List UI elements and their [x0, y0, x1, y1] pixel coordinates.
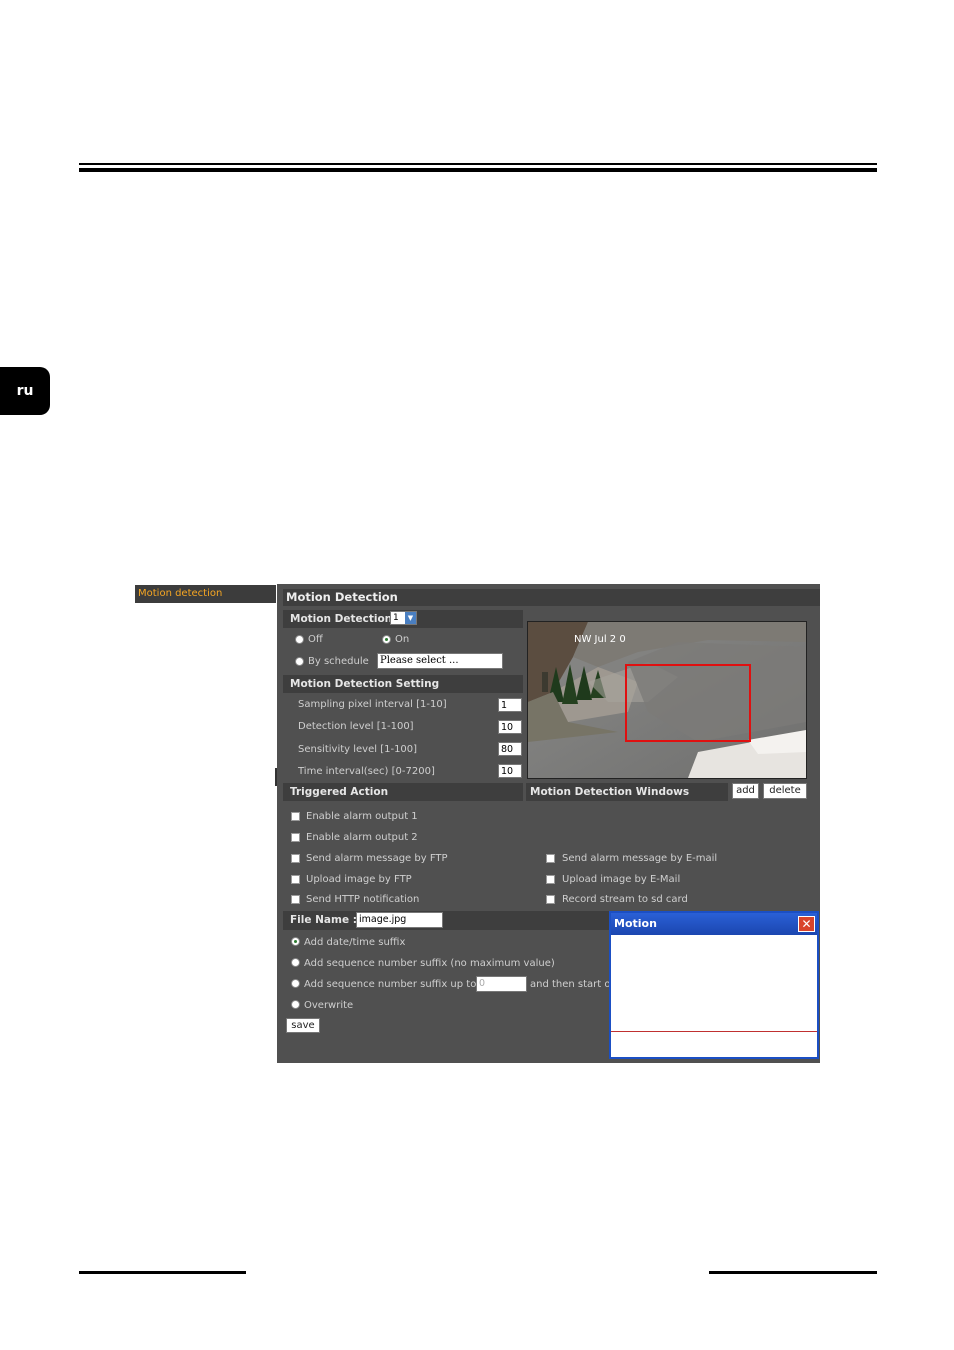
- chevron-down-icon[interactable]: ▼: [405, 612, 416, 624]
- email-upload-checkbox[interactable]: [546, 875, 555, 884]
- radio-seq-upto[interactable]: [291, 979, 300, 988]
- file-name-input[interactable]: image.jpg: [356, 912, 443, 928]
- radio-by-schedule[interactable]: [295, 657, 304, 666]
- alarm-output-2-label: Enable alarm output 2: [306, 832, 418, 843]
- detection-input[interactable]: 10: [498, 720, 522, 734]
- panel-edge-marker: [275, 768, 277, 786]
- radio-by-schedule-label: By schedule: [308, 656, 369, 667]
- seq-upto-input[interactable]: 0: [476, 976, 527, 992]
- motion-popup: Motion ✕: [609, 911, 819, 1059]
- md-label: Motion Detection: [290, 613, 393, 625]
- sd-record-checkbox[interactable]: [546, 895, 555, 904]
- popup-divider: [611, 1031, 817, 1032]
- popup-title: Motion: [614, 917, 657, 930]
- nav-item-motion-detection[interactable]: Motion detection: [135, 585, 276, 603]
- popup-header: Motion ✕: [611, 913, 817, 935]
- email-message-checkbox[interactable]: [546, 854, 555, 863]
- time-interval-label: Time interval(sec) [0-7200]: [298, 766, 435, 777]
- sampling-input[interactable]: 1: [498, 698, 522, 712]
- radio-off-label: Off: [308, 634, 323, 645]
- time-interval-input[interactable]: 10: [498, 764, 522, 778]
- language-tab-label: ru: [16, 383, 34, 399]
- file-name-row: File Name :: [283, 911, 609, 930]
- ftp-upload-checkbox[interactable]: [291, 875, 300, 884]
- sensitivity-input[interactable]: 80: [498, 742, 522, 756]
- add-window-button[interactable]: add: [732, 783, 759, 799]
- http-notify-label: Send HTTP notification: [306, 894, 420, 905]
- nav-item-label: Motion detection: [138, 588, 223, 599]
- email-upload-label: Upload image by E-Mail: [562, 874, 681, 885]
- triggered-section-title: Triggered Action: [283, 783, 523, 801]
- seq-upto-label: Add sequence number suffix up to: [304, 979, 477, 990]
- alarm-output-1-label: Enable alarm output 1: [306, 811, 418, 822]
- alarm-output-2-checkbox[interactable]: [291, 833, 300, 842]
- radio-overwrite[interactable]: [291, 1000, 300, 1009]
- header-rule-thick: [79, 168, 877, 172]
- email-message-label: Send alarm message by E-mail: [562, 853, 718, 864]
- sampling-label: Sampling pixel interval [1-10]: [298, 699, 447, 710]
- md-select-value: 1: [393, 613, 399, 623]
- save-button[interactable]: save: [286, 1018, 320, 1033]
- schedule-select[interactable]: Please select ...: [377, 653, 503, 669]
- header-rule-thin: [79, 163, 877, 165]
- footer-rule-left: [79, 1271, 246, 1274]
- language-tab: ru: [0, 367, 50, 415]
- radio-off[interactable]: [295, 635, 304, 644]
- camera-preview[interactable]: NW Jul 2 0: [527, 621, 807, 779]
- radio-seq-nomax[interactable]: [291, 958, 300, 967]
- camera-overlay-text: NW Jul 2 0: [574, 634, 626, 645]
- md-number-select[interactable]: 1 ▼: [390, 611, 417, 625]
- ftp-upload-label: Upload image by FTP: [306, 874, 412, 885]
- sd-record-label: Record stream to sd card: [562, 894, 688, 905]
- ftp-message-checkbox[interactable]: [291, 854, 300, 863]
- seq-then-label: and then start o: [530, 979, 611, 990]
- http-notify-checkbox[interactable]: [291, 895, 300, 904]
- radio-on-label: On: [395, 634, 410, 645]
- camera-image: NW Jul 2 0: [528, 622, 806, 778]
- sensitivity-label: Sensitivity level [1-100]: [298, 744, 418, 755]
- seq-nomax-label: Add sequence number suffix (no maximum v…: [304, 958, 555, 969]
- ftp-message-label: Send alarm message by FTP: [306, 853, 448, 864]
- overwrite-label: Overwrite: [304, 1000, 354, 1011]
- setting-section-title: Motion Detection Setting: [283, 675, 523, 693]
- file-name-label: File Name :: [290, 914, 357, 926]
- delete-window-button[interactable]: delete: [763, 783, 807, 799]
- close-icon[interactable]: ✕: [798, 916, 815, 932]
- footer-rule-right: [709, 1271, 877, 1274]
- alarm-output-1-checkbox[interactable]: [291, 812, 300, 821]
- radio-datetime-suffix[interactable]: [291, 937, 300, 946]
- radio-on[interactable]: [382, 635, 391, 644]
- windows-section-title: Motion Detection Windows: [526, 783, 728, 801]
- detection-label: Detection level [1-100]: [298, 721, 414, 732]
- datetime-suffix-label: Add date/time suffix: [304, 937, 406, 948]
- panel-title: Motion Detection: [283, 589, 820, 606]
